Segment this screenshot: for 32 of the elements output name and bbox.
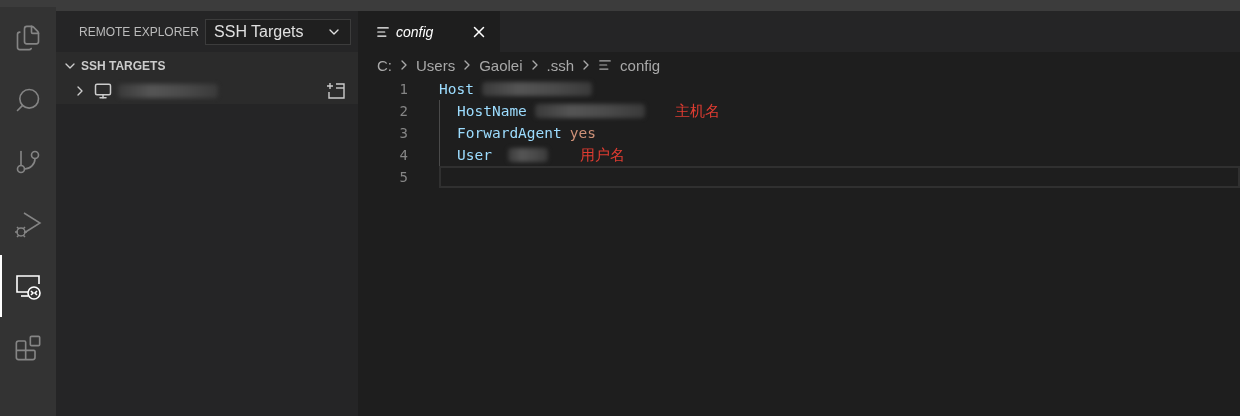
- breadcrumb-item[interactable]: C:: [377, 56, 392, 74]
- line-number: 3: [398, 125, 408, 141]
- editor-tab[interactable]: config: [360, 11, 500, 52]
- line-number: 5: [398, 169, 408, 185]
- run-debug-icon: [13, 209, 43, 239]
- code-token: User: [457, 147, 492, 163]
- breadcrumb-item[interactable]: Users: [416, 56, 456, 74]
- sidebar-title: REMOTE EXPLORER: [79, 24, 200, 39]
- breadcrumb-item[interactable]: config: [620, 56, 661, 74]
- code-token: ForwardAgent: [457, 125, 562, 141]
- file-lines-icon: [598, 58, 613, 72]
- line-number: 2: [398, 103, 408, 119]
- extensions-icon: [14, 334, 42, 362]
- code-token: yes: [569, 125, 596, 141]
- redaction-blur: [507, 148, 548, 162]
- search-icon: [14, 86, 42, 114]
- line-number: 1: [398, 81, 408, 97]
- breadcrumb-item[interactable]: Gaolei: [479, 56, 523, 74]
- monitor-icon: [94, 82, 112, 100]
- line-number: 4: [398, 147, 408, 163]
- section-title: SSH TARGETS: [81, 59, 166, 73]
- code-token: Host: [439, 81, 474, 97]
- target-dropdown[interactable]: SSH Targets: [205, 18, 352, 45]
- branch-icon: [14, 148, 42, 176]
- tab-label: config: [396, 23, 435, 40]
- files-icon: [14, 24, 42, 52]
- code-token: HostName: [457, 103, 527, 119]
- annotation-text: 主机名: [674, 101, 720, 121]
- file-lines-icon: [376, 24, 390, 39]
- breadcrumb-item[interactable]: .ssh: [546, 56, 575, 74]
- new-window-icon[interactable]: [326, 82, 346, 100]
- annotation-text: 用户名: [579, 145, 625, 165]
